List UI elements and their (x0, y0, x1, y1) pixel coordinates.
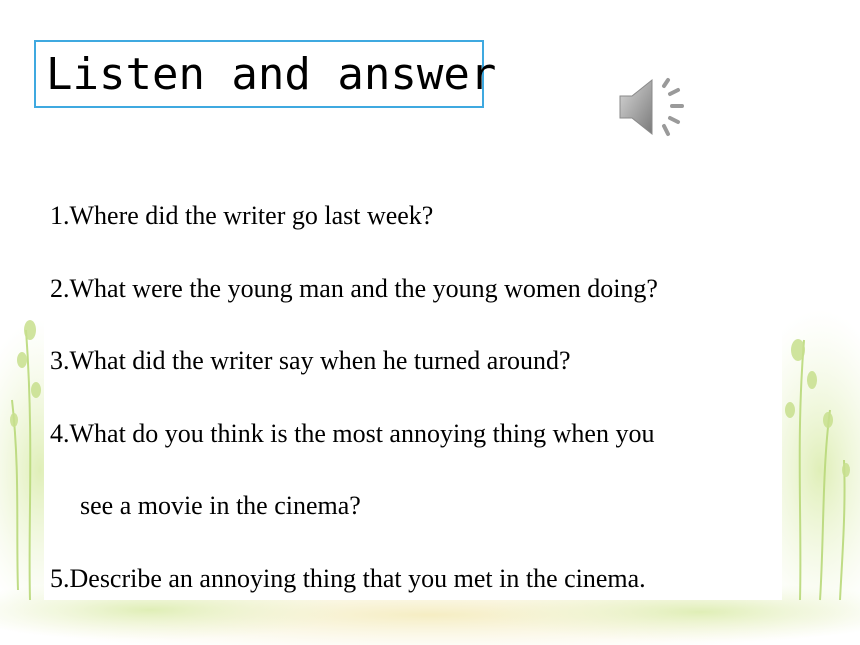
slide-title: Listen and answer (46, 49, 497, 100)
question-2: 2.What were the young man and the young … (50, 274, 658, 303)
question-4: 4.What do you think is the most annoying… (50, 419, 655, 448)
title-box: Listen and answer (34, 40, 496, 108)
question-4-continued: see a movie in the cinema? (80, 491, 361, 520)
question-3: 3.What did the writer say when he turned… (50, 346, 571, 375)
question-1: 1.Where did the writer go last week? (50, 201, 434, 230)
speaker-sound-icon[interactable] (612, 70, 692, 144)
question-5: 5.Describe an annoying thing that you me… (50, 564, 646, 593)
